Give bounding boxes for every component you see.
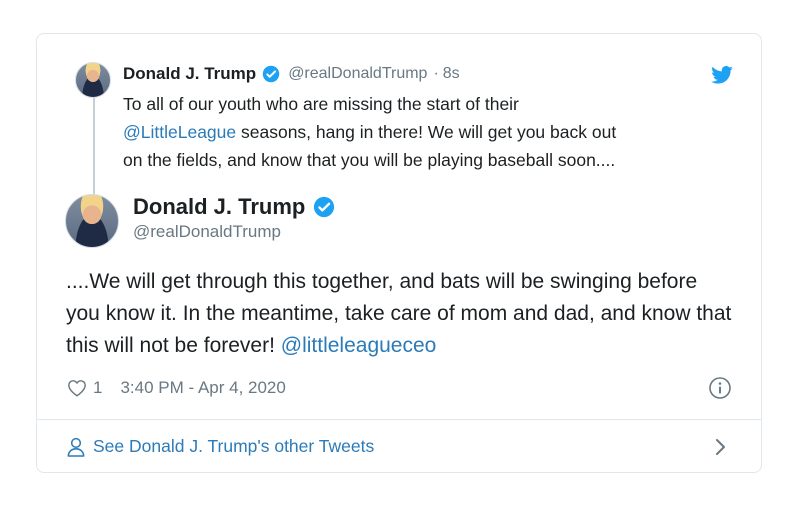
person-icon (67, 437, 85, 457)
main-author-name[interactable]: Donald J. Trump (133, 194, 305, 220)
twitter-bird-icon[interactable] (711, 66, 733, 84)
thread-connector (93, 94, 95, 204)
embedded-tweet-card: Donald J. Trump @realDonaldTrump · 8s To… (36, 33, 762, 473)
parent-tweet-avatar[interactable] (75, 62, 111, 98)
tweet-meta-row: 1 3:40 PM - Apr 4, 2020 (67, 378, 286, 398)
littleleagueceo-mention-link[interactable]: @littleleagueceo (281, 334, 437, 357)
main-tweet-text: ....We will get through this together, a… (66, 266, 736, 362)
main-tweet-header: Donald J. Trump (133, 194, 335, 220)
little-league-mention-link[interactable]: @LittleLeague (123, 122, 236, 142)
heart-icon[interactable] (67, 379, 87, 397)
parent-tweet-header: Donald J. Trump @realDonaldTrump · 8s (123, 64, 460, 84)
parent-text-line: @LittleLeague seasons, hang in there! We… (123, 118, 723, 146)
parent-text-line: To all of our youth who are missing the … (123, 94, 519, 114)
see-other-tweets-label[interactable]: See Donald J. Trump's other Tweets (93, 436, 374, 457)
parent-text-fragment: seasons, hang in there! We will get you … (236, 122, 617, 142)
footer-divider (37, 419, 761, 420)
parent-separator: · (433, 65, 439, 82)
main-tweet-avatar[interactable] (65, 194, 119, 248)
parent-author-handle[interactable]: @realDonaldTrump (288, 65, 427, 83)
verified-badge-icon (313, 196, 335, 218)
chevron-right-icon[interactable] (714, 437, 728, 457)
tweet-timestamp[interactable]: 3:40 PM - Apr 4, 2020 (120, 378, 285, 398)
verified-badge-icon (262, 65, 280, 83)
main-author-handle[interactable]: @realDonaldTrump (133, 222, 281, 242)
parent-tweet-text: To all of our youth who are missing the … (123, 90, 723, 174)
like-count[interactable]: 1 (93, 378, 102, 398)
parent-text-line: on the fields, and know that you will be… (123, 150, 616, 170)
parent-tweet-time[interactable]: 8s (443, 65, 460, 83)
parent-author-name[interactable]: Donald J. Trump (123, 64, 256, 84)
info-icon[interactable] (708, 376, 732, 400)
see-other-tweets-link[interactable]: See Donald J. Trump's other Tweets (67, 436, 374, 457)
